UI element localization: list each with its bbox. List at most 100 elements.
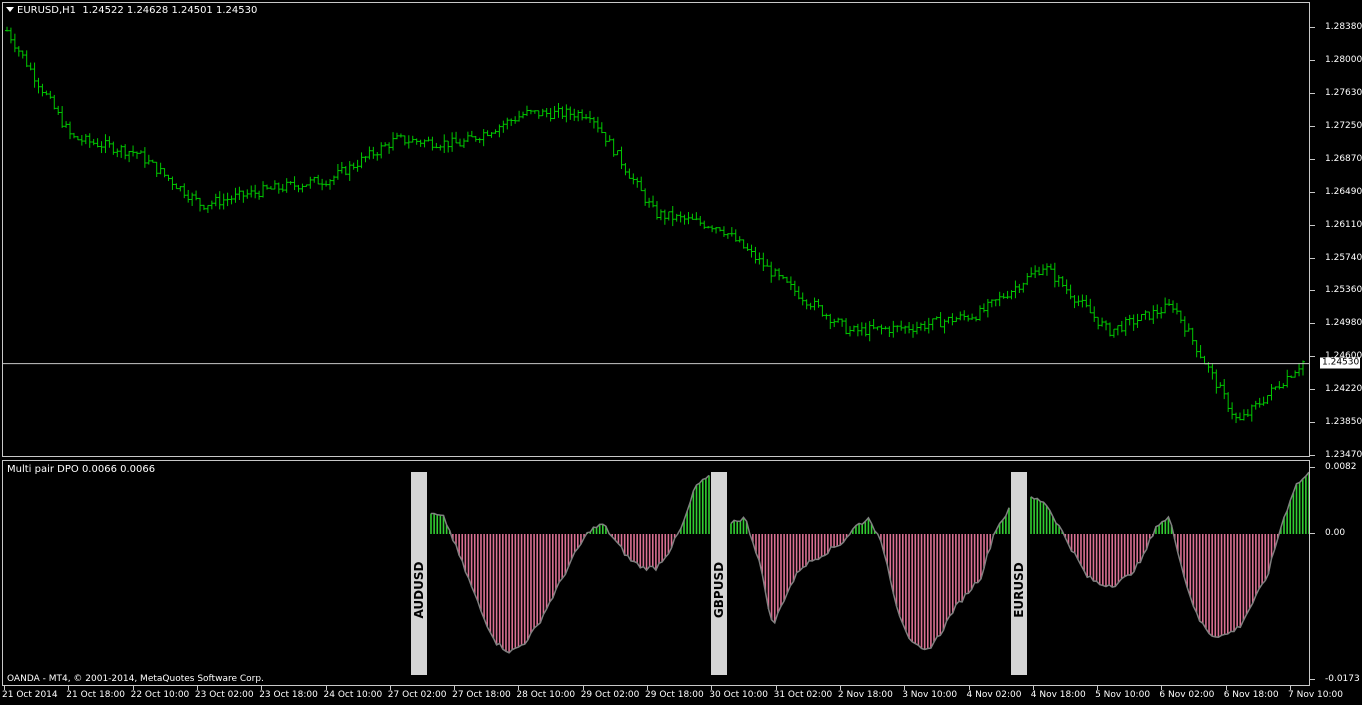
- price-bar: [52, 94, 57, 110]
- price-bar: [343, 166, 348, 176]
- price-bar: [891, 320, 896, 338]
- price-bar: [1127, 314, 1132, 326]
- price-bar: [832, 318, 837, 328]
- price-bar: [883, 326, 888, 330]
- price-bar: [584, 114, 589, 120]
- price-bar: [1131, 314, 1136, 331]
- indicator-tick-label: -0.0173: [1325, 674, 1360, 684]
- price-chart-pane[interactable]: [2, 2, 1310, 457]
- price-bar: [107, 136, 112, 148]
- indicator-pane[interactable]: [2, 460, 1310, 686]
- price-bar: [438, 144, 443, 151]
- price-bar: [1178, 310, 1183, 324]
- price-bar: [166, 174, 171, 182]
- price-bar: [123, 144, 128, 160]
- price-bar: [331, 175, 336, 186]
- price-bar: [524, 105, 529, 116]
- price-bar: [320, 178, 325, 191]
- dpo-outline: [430, 474, 710, 654]
- price-bar: [1269, 384, 1274, 401]
- price-bar: [225, 192, 230, 207]
- price-bar: [1230, 402, 1235, 420]
- price-bar: [521, 111, 526, 119]
- price-bar: [469, 130, 474, 138]
- price-bar: [1005, 290, 1010, 299]
- price-bar: [769, 261, 774, 283]
- price-bar: [1226, 392, 1231, 413]
- price-bar: [603, 132, 608, 147]
- price-bar: [300, 183, 305, 193]
- price-bar: [725, 233, 730, 239]
- price-bar: [1048, 263, 1053, 270]
- price-bar: [450, 132, 455, 152]
- time-tick-label: 21 Oct 2014: [2, 690, 58, 700]
- price-bar: [1241, 409, 1246, 421]
- price-bar: [572, 108, 577, 121]
- price-bar: [966, 314, 971, 322]
- price-bar: [477, 137, 482, 144]
- time-tick-label: 4 Nov 02:00: [966, 690, 1022, 700]
- price-bar: [162, 168, 167, 178]
- price-bar: [91, 138, 96, 146]
- price-bar: [812, 297, 817, 311]
- price-bar: [198, 197, 203, 212]
- price-bar: [1234, 412, 1239, 424]
- price-bar: [1285, 369, 1290, 388]
- price-bar: [64, 121, 69, 128]
- price-bar: [1111, 328, 1116, 338]
- price-tick-label: 1.28380: [1325, 22, 1362, 32]
- price-bar: [907, 322, 912, 334]
- price-bar: [1155, 304, 1160, 319]
- price-bar: [1218, 382, 1223, 388]
- price-bar: [670, 206, 675, 227]
- price-bar: [784, 276, 789, 283]
- price-tick: [1310, 257, 1315, 259]
- price-bar: [383, 142, 388, 147]
- price-bar: [556, 102, 561, 118]
- price-bar: [1297, 362, 1302, 377]
- time-tick-label: 7 Nov 10:00: [1288, 690, 1343, 700]
- price-tick: [1310, 389, 1315, 391]
- price-bar: [414, 138, 419, 145]
- price-bar: [788, 276, 793, 291]
- price-bar: [103, 134, 108, 154]
- price-bar: [1202, 355, 1207, 365]
- price-bar: [595, 116, 600, 133]
- price-bar: [576, 110, 581, 122]
- price-bar: [324, 180, 329, 187]
- price-bar: [284, 178, 289, 193]
- price-bar: [1107, 322, 1112, 337]
- price-bar: [773, 268, 778, 277]
- price-bar: [1273, 386, 1278, 391]
- price-bar: [733, 229, 738, 242]
- time-tick-label: 31 Oct 02:00: [773, 690, 833, 700]
- price-bar: [1056, 275, 1061, 287]
- price-bar: [473, 135, 478, 142]
- price-bar: [528, 109, 533, 115]
- price-bar: [1068, 284, 1073, 300]
- price-bar: [1289, 375, 1294, 378]
- symbol-menu-icon[interactable]: [6, 7, 14, 12]
- price-bar: [71, 132, 76, 139]
- price-bar: [1245, 409, 1250, 417]
- price-bar: [367, 146, 372, 160]
- price-bar: [497, 124, 502, 138]
- price-bar: [840, 318, 845, 327]
- indicator-tick-label: 0.00: [1325, 528, 1346, 538]
- price-bar: [1143, 310, 1148, 320]
- price-bar: [422, 139, 427, 148]
- price-bar: [347, 161, 352, 181]
- price-bar: [741, 239, 746, 249]
- time-tick-label: 6 Nov 18:00: [1223, 690, 1279, 700]
- price-bar: [371, 146, 376, 159]
- price-bar: [308, 176, 313, 189]
- price-bar: [1001, 293, 1006, 299]
- price-bar: [32, 62, 37, 88]
- time-tick-label: 29 Oct 18:00: [645, 690, 704, 700]
- price-bar: [1076, 295, 1081, 307]
- time-tick-label: 28 Oct 10:00: [516, 690, 576, 700]
- price-bar: [402, 135, 407, 146]
- time-tick-label: 3 Nov 10:00: [902, 690, 958, 700]
- price-bar: [245, 189, 250, 199]
- price-bar: [615, 150, 620, 156]
